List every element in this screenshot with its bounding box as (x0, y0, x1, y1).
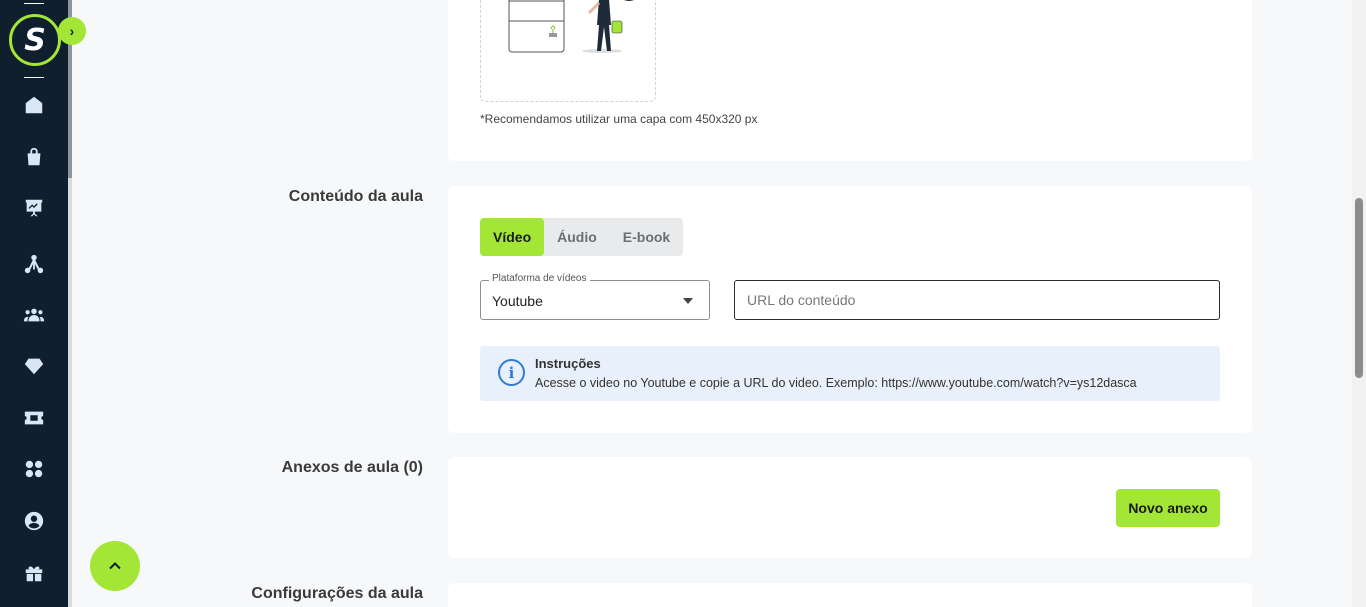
users-icon[interactable] (22, 303, 46, 327)
cover-card: *Recomendamos utilizar uma capa com 450x… (448, 0, 1252, 161)
home-icon[interactable] (22, 93, 46, 117)
shopping-bag-icon[interactable] (22, 145, 46, 169)
tab-video[interactable]: Vídeo (480, 218, 545, 256)
sidebar-divider (24, 77, 44, 78)
settings-section-label: Configurações da aula (251, 585, 423, 602)
cover-upload-area[interactable] (480, 0, 656, 102)
content-url-input[interactable] (734, 280, 1220, 320)
attachments-card: Novo anexo (448, 457, 1252, 558)
sidebar-divider (24, 3, 44, 4)
video-platform-select[interactable]: Plataforma de vídeos Youtube (480, 273, 710, 320)
cover-illustration (508, 0, 634, 53)
new-attachment-button[interactable]: Novo anexo (1116, 489, 1220, 527)
chevron-up-icon (109, 562, 121, 570)
sidebar: S (0, 0, 68, 607)
instructions-title: Instruções (535, 356, 601, 371)
chevron-right-icon: › (69, 23, 75, 39)
page-scrollbar[interactable] (1352, 0, 1366, 607)
gift-icon[interactable] (22, 561, 46, 585)
video-platform-legend: Plataforma de vídeos (489, 273, 590, 284)
tab-ebook[interactable]: E-book (610, 218, 683, 256)
scroll-to-top-button[interactable] (90, 541, 140, 591)
caret-down-icon (683, 298, 693, 304)
ticket-icon[interactable] (22, 406, 46, 430)
instructions-alert: i Instruções Acesse o video no Youtube e… (480, 346, 1220, 401)
diamond-icon[interactable] (22, 354, 46, 378)
page-scrollbar-thumb[interactable] (1355, 198, 1363, 378)
content-section-label: Conteúdo da aula (288, 188, 423, 205)
instructions-text: Acesse o video no Youtube e copie a URL … (535, 376, 1137, 390)
info-icon: i (498, 359, 525, 386)
expand-sidebar-button[interactable]: › (58, 17, 86, 45)
video-platform-value: Youtube (492, 293, 543, 309)
content-card: Vídeo Áudio E-book Plataforma de vídeos … (448, 186, 1252, 433)
network-icon[interactable] (22, 252, 46, 276)
apps-grid-icon[interactable] (22, 457, 46, 481)
logo-letter: S (24, 22, 46, 58)
tab-audio[interactable]: Áudio (544, 218, 610, 256)
content-type-tabs: Vídeo Áudio E-book (480, 218, 684, 256)
attachments-section-label: Anexos de aula (0) (281, 459, 423, 476)
app-logo[interactable]: S (9, 14, 61, 66)
presentation-chart-icon[interactable] (22, 196, 46, 220)
settings-card (448, 583, 1252, 607)
sidebar-scrollbar[interactable] (68, 0, 72, 607)
cover-size-hint: *Recomendamos utilizar uma capa com 450x… (480, 112, 758, 126)
user-circle-icon[interactable] (22, 509, 46, 533)
